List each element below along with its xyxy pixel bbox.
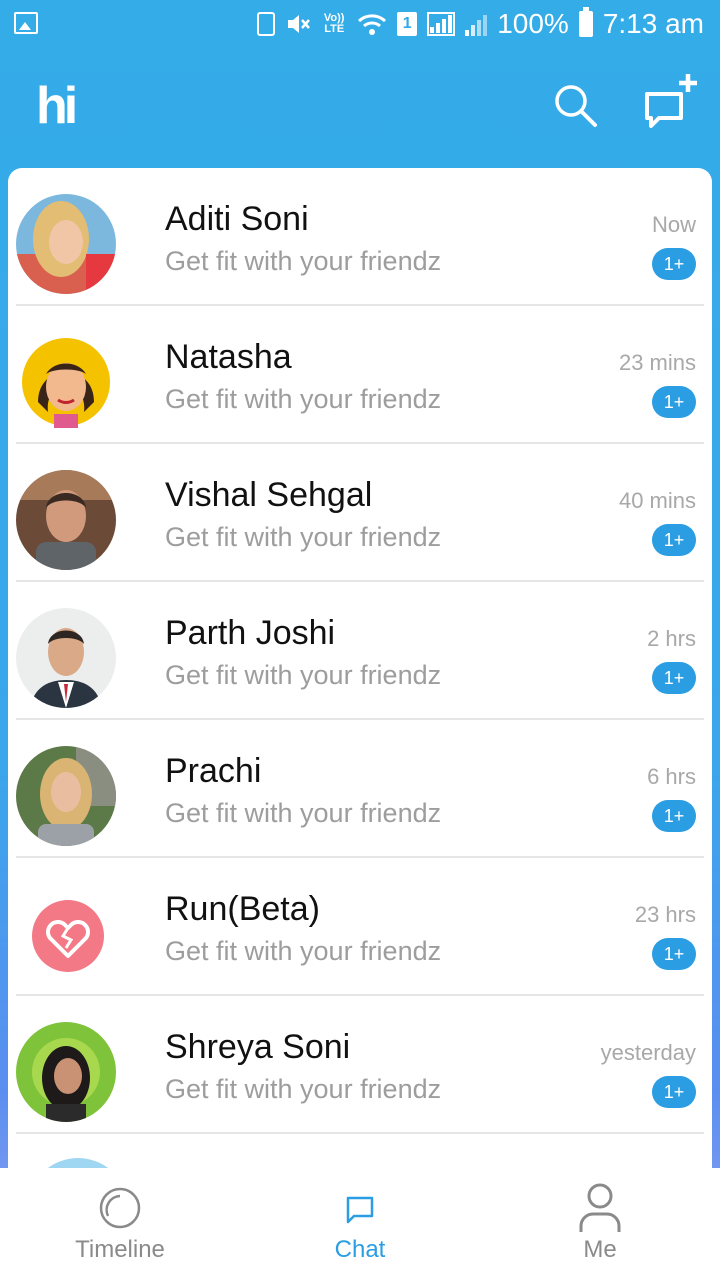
gallery-notification-icon xyxy=(14,12,38,34)
app-bar: hi xyxy=(0,50,720,168)
unread-badge: 1+ xyxy=(652,662,696,694)
search-icon[interactable] xyxy=(552,82,598,128)
status-bar: Vo)) LTE 1 100% 7:13 am xyxy=(0,0,720,50)
unread-badge: 1+ xyxy=(652,248,696,280)
timestamp: 2 hrs xyxy=(647,626,696,651)
avatar xyxy=(16,608,116,708)
timestamp: Now xyxy=(651,212,696,237)
contact-name: Shreya Soni xyxy=(165,1028,351,1066)
timestamp: 6 hrs xyxy=(647,764,696,789)
tab-timeline[interactable]: Timeline xyxy=(0,1168,240,1280)
chat-row-aditi-soni[interactable]: Aditi Soni Get fit with your friendz Now… xyxy=(16,168,704,306)
contact-name: Vishal Sehgal xyxy=(165,476,373,514)
timestamp: 40 mins xyxy=(618,488,696,513)
next-row-avatar-partial xyxy=(28,1158,128,1168)
timestamp: yesterday xyxy=(600,1040,696,1065)
last-message: Get fit with your friendz xyxy=(165,798,442,828)
unread-badge: 1+ xyxy=(652,386,696,418)
clock: 7:13 am xyxy=(602,8,704,39)
signal-icon-1 xyxy=(427,12,456,36)
last-message: Get fit with your friendz xyxy=(165,384,442,414)
tab-me[interactable]: Me xyxy=(480,1168,720,1280)
sim-badge: 1 xyxy=(397,12,418,36)
tab-label: Chat xyxy=(334,1236,386,1263)
battery-saver-icon xyxy=(257,12,276,36)
contact-name: Parth Joshi xyxy=(165,614,336,652)
volte-icon: Vo)) LTE xyxy=(323,12,345,35)
last-message: Get fit with your friendz xyxy=(165,522,442,552)
last-message: Get fit with your friendz xyxy=(165,246,442,276)
unread-badge: 1+ xyxy=(652,800,696,832)
chat-row-vishal-sehgal[interactable]: Vishal Sehgal Get fit with your friendz … xyxy=(16,444,704,582)
chat-row-parth-joshi[interactable]: Parth Joshi Get fit with your friendz 2 … xyxy=(16,582,704,720)
contact-name: Prachi xyxy=(165,752,262,790)
unread-badge: 1+ xyxy=(652,938,696,970)
last-message: Get fit with your friendz xyxy=(165,1074,442,1104)
tab-label: Me xyxy=(583,1236,617,1263)
status-icons: Vo)) LTE 1 100% 7:13 am xyxy=(257,7,704,40)
tab-label: Timeline xyxy=(75,1236,165,1263)
timestamp: 23 hrs xyxy=(634,902,696,927)
chat-row-natasha[interactable]: Natasha Get fit with your friendz 23 min… xyxy=(16,306,704,444)
new-chat-icon[interactable] xyxy=(642,72,700,136)
timeline-icon xyxy=(99,1187,141,1229)
contact-name: Run(Beta) xyxy=(165,890,320,928)
unread-badge: 1+ xyxy=(652,524,696,556)
avatar xyxy=(16,332,116,432)
chat-row-run-beta[interactable]: Run(Beta) Get fit with your friendz 23 h… xyxy=(16,858,704,996)
avatar xyxy=(16,470,116,570)
signal-icon-2 xyxy=(465,12,488,36)
bottom-nav: Timeline Chat Me xyxy=(0,1168,720,1280)
app-logo: hi xyxy=(36,77,78,135)
mute-icon xyxy=(288,15,311,33)
avatar xyxy=(16,746,116,846)
profile-icon xyxy=(579,1183,621,1232)
wifi-icon xyxy=(358,14,387,35)
chat-row-prachi[interactable]: Prachi Get fit with your friendz 6 hrs 1… xyxy=(16,720,704,858)
chat-icon xyxy=(346,1196,374,1224)
contact-name: Aditi Soni xyxy=(165,200,309,238)
battery-icon xyxy=(578,7,593,37)
contact-name: Natasha xyxy=(165,338,292,376)
unread-badge: 1+ xyxy=(652,1076,696,1108)
battery-percent: 100% xyxy=(497,8,569,39)
last-message: Get fit with your friendz xyxy=(165,660,442,690)
heart-run-icon xyxy=(16,884,116,984)
timestamp: 23 mins xyxy=(618,350,696,375)
chat-list: Aditi Soni Get fit with your friendz Now… xyxy=(8,168,712,1168)
last-message: Get fit with your friendz xyxy=(165,936,442,966)
chat-row-shreya-soni[interactable]: Shreya Soni Get fit with your friendz ye… xyxy=(16,996,704,1134)
avatar xyxy=(16,194,116,294)
avatar xyxy=(16,1022,116,1122)
tab-chat[interactable]: Chat xyxy=(240,1168,480,1280)
